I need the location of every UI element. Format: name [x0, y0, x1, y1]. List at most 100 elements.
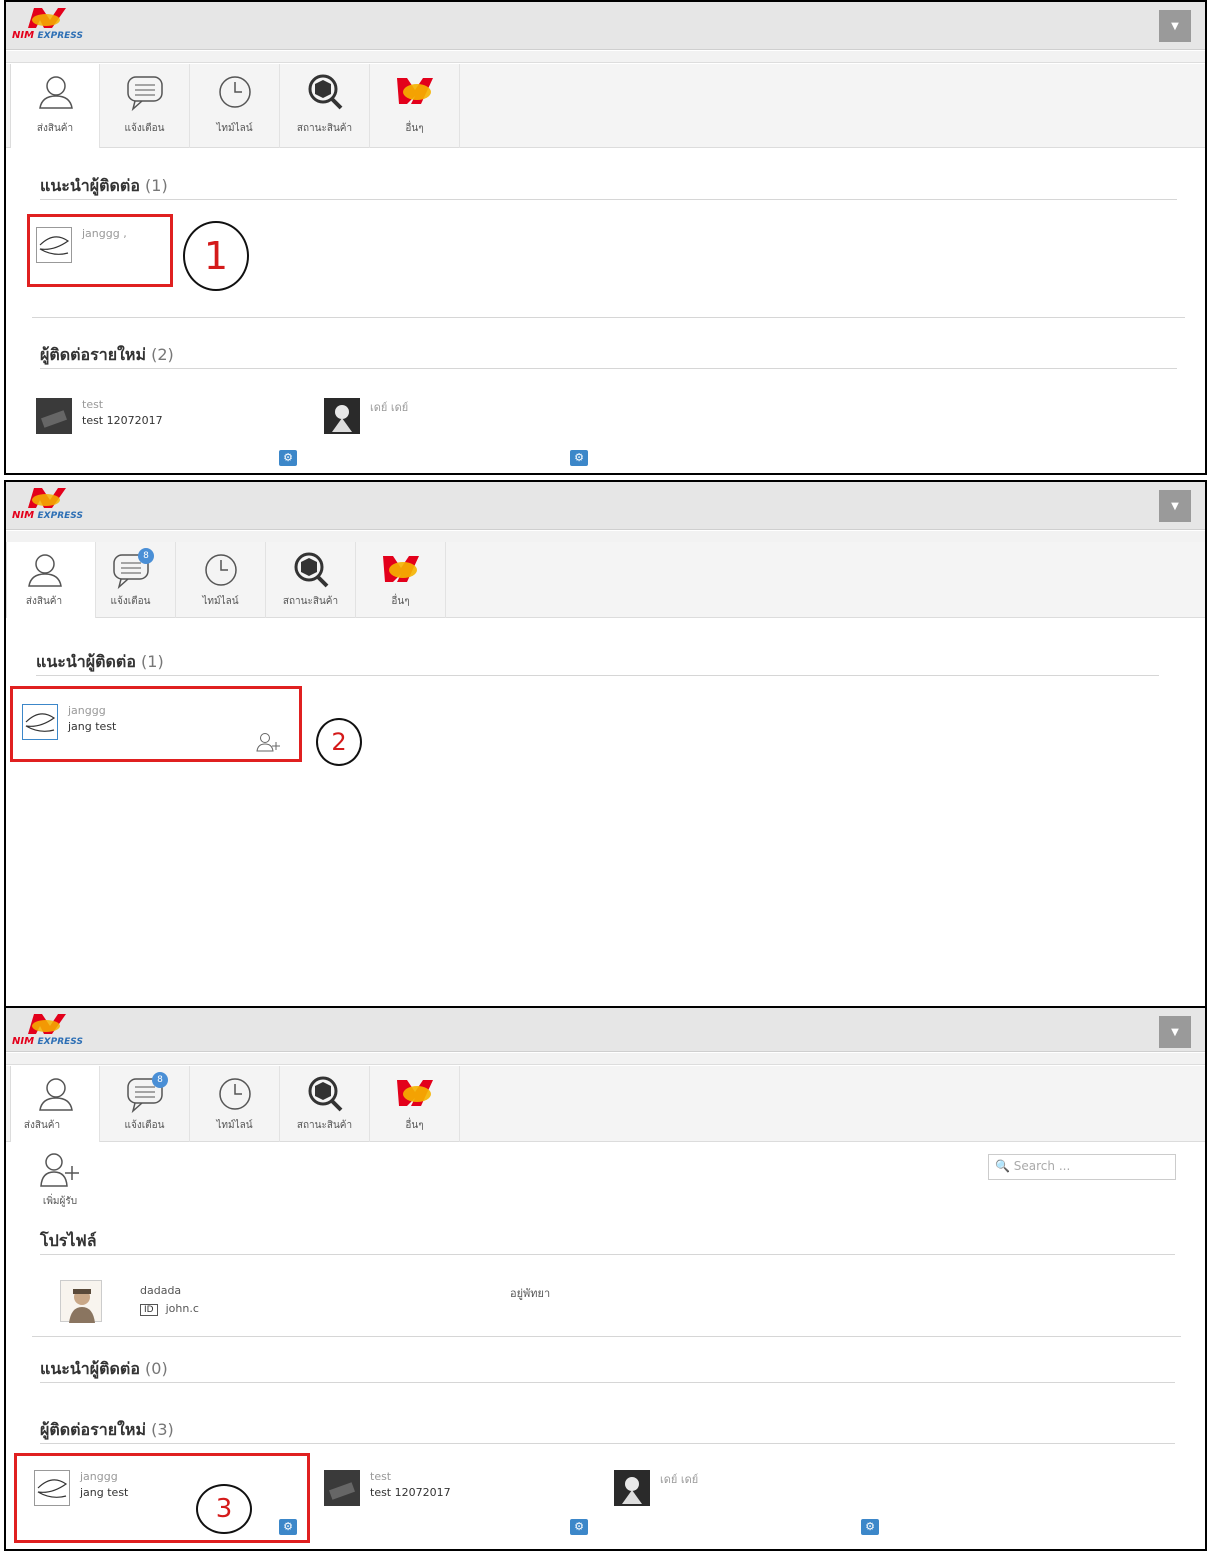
notification-badge: 8	[152, 1072, 168, 1088]
tab-other[interactable]: อื่นๆ	[370, 1066, 460, 1142]
suggest-contacts-title: แนะนำผู้ติดต่อ (0)	[40, 1359, 168, 1378]
tab-label: ส่งสินค้า	[36, 123, 74, 134]
contact-avatar	[36, 398, 72, 434]
tab-other[interactable]: อื่นๆ	[370, 64, 460, 148]
new-contacts-title: ผู้ติดต่อรายใหม่ (3)	[40, 1420, 174, 1439]
profile-location: อยู่พัทยา	[510, 1287, 551, 1300]
tab-notifications[interactable]: แจ้งเตือน	[100, 64, 190, 148]
new-contact-card[interactable]: เดย์ เดย์	[324, 398, 524, 438]
new-contact-card[interactable]: test test 12072017	[324, 1470, 524, 1510]
nim-express-logo[interactable]: NIM EXPRESS	[12, 1012, 112, 1052]
dropdown-menu-button[interactable]: ▼	[1159, 1016, 1191, 1048]
clock-icon	[219, 76, 251, 108]
tab-label: ไทม์ไลน์	[216, 123, 253, 134]
profile-id: john.c	[165, 1302, 199, 1315]
clock-icon	[205, 554, 237, 586]
profile-name: dadada	[140, 1284, 182, 1297]
add-receiver-button[interactable]: เพิ่มผู้รับ	[30, 1152, 90, 1209]
profile-avatar	[60, 1280, 102, 1323]
contact-settings-button[interactable]: ⚙	[861, 1519, 879, 1535]
profile-id-row: ID john.c	[140, 1302, 199, 1316]
tab-label: ไทม์ไลน์	[202, 596, 239, 607]
tab-label: ส่งสินค้า	[23, 1120, 61, 1131]
nim-express-logo[interactable]: NIM EXPRESS	[12, 486, 112, 526]
user-icon	[39, 1078, 73, 1111]
tab-label: ส่งสินค้า	[25, 596, 63, 607]
callout-number: 2	[316, 718, 362, 766]
tab-label: สถานะสินค้า	[296, 123, 353, 134]
tab-send-goods[interactable]: ส่งสินค้า	[10, 64, 100, 148]
nim-logo-icon	[397, 1080, 433, 1106]
divider	[40, 1254, 1175, 1255]
tab-label: ไทม์ไลน์	[216, 1120, 253, 1131]
contact-name: test	[82, 398, 104, 411]
nim-express-logo[interactable]: NIM EXPRESS	[12, 6, 112, 46]
contact-display-name: test 12072017	[370, 1486, 451, 1499]
divider	[32, 1336, 1181, 1337]
tab-goods-status[interactable]: สถานะสินค้า	[266, 542, 356, 618]
new-contact-card[interactable]: เดย์ เดย์	[614, 1470, 814, 1510]
tab-label: แจ้งเตือน	[110, 596, 151, 607]
tab-label: อื่นๆ	[405, 1120, 424, 1131]
callout-number: 3	[196, 1484, 252, 1534]
tab-timeline[interactable]: ไทม์ไลน์	[176, 542, 266, 618]
top-bar: NIM EXPRESS ▼	[6, 1008, 1205, 1052]
top-bar: NIM EXPRESS ▼	[6, 2, 1205, 50]
tab-notifications[interactable]: 8 แจ้งเตือน	[86, 542, 176, 618]
divider	[40, 368, 1177, 369]
package-search-icon	[308, 74, 343, 110]
tab-label: อื่นๆ	[391, 596, 410, 607]
gear-icon: ⚙	[283, 451, 293, 464]
contact-name: เดย์ เดย์	[660, 1473, 699, 1486]
header-separator	[6, 1053, 1205, 1065]
divider	[40, 1443, 1175, 1444]
contact-settings-button[interactable]: ⚙	[570, 450, 588, 466]
tab-notifications[interactable]: 8 แจ้งเตือน	[100, 1066, 190, 1142]
user-icon	[39, 76, 73, 109]
screen-panel-3: NIM EXPRESS ▼ ส่งสินค้า 8 แจ้งเตือน ไทม์…	[4, 1006, 1207, 1551]
tab-label: สถานะสินค้า	[296, 1120, 353, 1131]
notification-badge: 8	[138, 548, 154, 564]
tab-label: สถานะสินค้า	[282, 596, 339, 607]
screen-panel-1: NIM EXPRESS ▼ ส่งสินค้า แจ้งเตือน ไทม์ไล…	[4, 0, 1207, 475]
contact-settings-button[interactable]: ⚙	[570, 1519, 588, 1535]
gear-icon: ⚙	[865, 1520, 875, 1533]
contact-name: เดย์ เดย์	[370, 401, 409, 414]
suggest-contacts-title: แนะนำผู้ติดต่อ (1)	[40, 176, 168, 195]
clock-icon	[219, 1078, 251, 1110]
highlight-box	[10, 686, 302, 762]
new-contacts-title: ผู้ติดต่อรายใหม่ (2)	[40, 345, 174, 364]
tab-timeline[interactable]: ไทม์ไลน์	[190, 64, 280, 148]
search-input[interactable]: 🔍 Search ...	[988, 1154, 1176, 1180]
dropdown-menu-button[interactable]: ▼	[1159, 490, 1191, 522]
new-contact-card[interactable]: test test 12072017	[36, 398, 236, 438]
contact-settings-button[interactable]: ⚙	[279, 450, 297, 466]
tab-label: แจ้งเตือน	[124, 123, 165, 134]
id-badge: ID	[140, 1304, 158, 1316]
tab-send-goods[interactable]: ส่งสินค้า	[10, 1066, 100, 1142]
tab-goods-status[interactable]: สถานะสินค้า	[280, 64, 370, 148]
highlight-box	[27, 214, 173, 287]
caret-down-icon: ▼	[1171, 500, 1179, 512]
divider	[40, 199, 1177, 200]
user-icon	[28, 554, 62, 587]
tab-label: อื่นๆ	[405, 123, 424, 134]
dropdown-menu-button[interactable]: ▼	[1159, 10, 1191, 42]
main-tabs: ส่งสินค้า แจ้งเตือน ไทม์ไลน์ สถานะสินค้า…	[6, 64, 1205, 148]
contact-avatar	[614, 1470, 650, 1506]
tab-send-goods[interactable]: ส่งสินค้า	[6, 542, 96, 618]
tab-goods-status[interactable]: สถานะสินค้า	[280, 1066, 370, 1142]
highlight-box	[14, 1453, 310, 1543]
gear-icon: ⚙	[574, 451, 584, 464]
tab-timeline[interactable]: ไทม์ไลน์	[190, 1066, 280, 1142]
main-tabs: ส่งสินค้า 8 แจ้งเตือน ไทม์ไลน์ สถานะสินค…	[6, 542, 1205, 618]
profile-title: โปรไฟล์	[40, 1231, 97, 1250]
contact-name: test	[370, 1470, 392, 1483]
top-bar: NIM EXPRESS ▼	[6, 482, 1205, 530]
contact-avatar	[324, 398, 360, 434]
caret-down-icon: ▼	[1171, 1026, 1179, 1038]
contact-display-name: test 12072017	[82, 414, 163, 427]
tab-other[interactable]: อื่นๆ	[356, 542, 446, 618]
screen-panel-2: NIM EXPRESS ▼ ส่งสินค้า 8 แจ้งเตือน ไทม์…	[4, 480, 1207, 1010]
add-user-icon	[40, 1153, 79, 1187]
